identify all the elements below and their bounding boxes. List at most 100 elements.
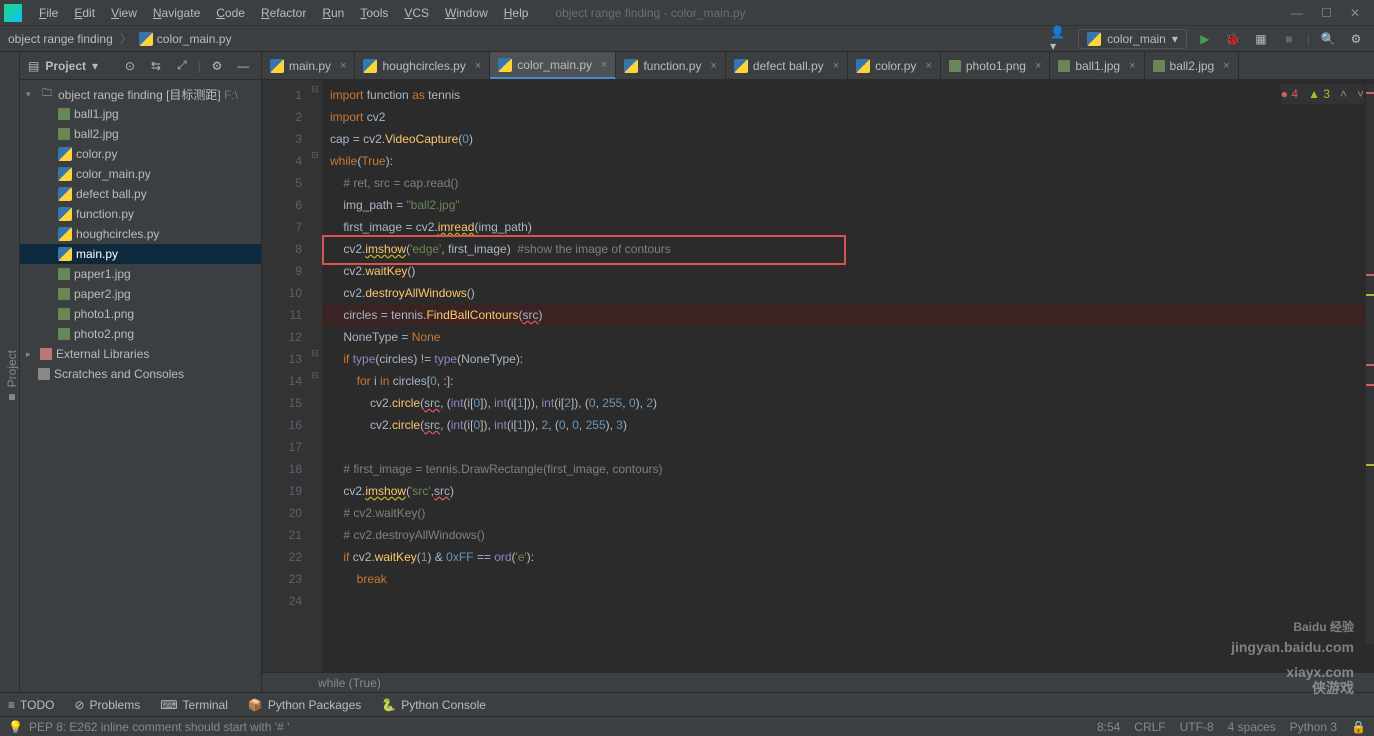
settings-icon[interactable]: ⚙	[1346, 29, 1366, 49]
coverage-icon[interactable]: ▦	[1251, 29, 1271, 49]
lock-icon[interactable]: 🔒	[1351, 720, 1366, 734]
menu-navigate[interactable]: Navigate	[146, 3, 207, 23]
tree-file[interactable]: color.py	[20, 144, 261, 164]
menu-edit[interactable]: Edit	[67, 3, 102, 23]
tree-external-libs[interactable]: ▸ External Libraries	[20, 344, 261, 364]
caret-position[interactable]: 8:54	[1097, 720, 1120, 734]
bottom-tool-problems[interactable]: ⊘Problems	[74, 698, 140, 712]
minimize-icon[interactable]: —	[1291, 6, 1303, 20]
close-tab-icon[interactable]: ×	[475, 60, 481, 72]
python-file-icon	[856, 59, 870, 73]
menu-help[interactable]: Help	[497, 3, 536, 23]
menu-run[interactable]: Run	[315, 3, 351, 23]
bottom-tool-terminal[interactable]: ⌨Terminal	[160, 698, 228, 712]
breadcrumb-project[interactable]: object range finding	[8, 32, 113, 46]
editor-tab[interactable]: defect ball.py×	[726, 52, 848, 79]
tool-icon: ⊘	[74, 698, 84, 712]
run-config-label: color_main	[1107, 32, 1166, 46]
close-tab-icon[interactable]: ×	[1035, 60, 1041, 72]
add-user-icon[interactable]: 👤▾	[1050, 29, 1070, 49]
python-file-icon	[498, 58, 512, 72]
menu-tools[interactable]: Tools	[353, 3, 395, 23]
editor-tab[interactable]: main.py×	[262, 52, 355, 79]
interpreter[interactable]: Python 3	[1290, 720, 1337, 734]
tree-root[interactable]: ▾ 🗀 object range finding [目标测距] F:\	[20, 84, 261, 104]
titlebar: FileEditViewNavigateCodeRefactorRunTools…	[0, 0, 1374, 26]
tree-file[interactable]: main.py	[20, 244, 261, 264]
menu-file[interactable]: File	[32, 3, 65, 23]
hide-icon[interactable]: —	[233, 56, 253, 76]
bottom-tool-todo[interactable]: ≡TODO	[8, 698, 54, 712]
close-tab-icon[interactable]: ×	[1223, 60, 1229, 72]
tree-file[interactable]: color_main.py	[20, 164, 261, 184]
chevron-down-icon[interactable]: ▾	[92, 59, 98, 73]
tree-file[interactable]: paper1.jpg	[20, 264, 261, 284]
tree-file[interactable]: defect ball.py	[20, 184, 261, 204]
breadcrumb[interactable]: object range finding 〉 color_main.py	[8, 30, 231, 47]
close-tab-icon[interactable]: ×	[340, 60, 346, 72]
close-tab-icon[interactable]: ×	[601, 59, 607, 71]
run-icon[interactable]: ▶	[1195, 29, 1215, 49]
menu-code[interactable]: Code	[209, 3, 252, 23]
bottom-tool-python-console[interactable]: 🐍Python Console	[381, 698, 486, 712]
tree-file[interactable]: ball1.jpg	[20, 104, 261, 124]
tree-file[interactable]: function.py	[20, 204, 261, 224]
file-encoding[interactable]: UTF-8	[1180, 720, 1214, 734]
editor-tab[interactable]: ball2.jpg×	[1145, 52, 1239, 79]
close-tab-icon[interactable]: ×	[710, 60, 716, 72]
code-crumb[interactable]: while (True)	[318, 676, 381, 690]
code-content[interactable]: import function as tennisimport cv2cap =…	[322, 80, 1374, 672]
code-editor[interactable]: ● 4 ▲ 3 ˄ ˅ 1234567891011121314151617181…	[262, 80, 1374, 672]
close-icon[interactable]: ✕	[1350, 6, 1360, 20]
menu-view[interactable]: View	[104, 3, 144, 23]
run-config-selector[interactable]: color_main ▾	[1078, 29, 1187, 49]
search-icon[interactable]: 🔍	[1318, 29, 1338, 49]
menu-window[interactable]: Window	[438, 3, 495, 23]
tree-file[interactable]: photo2.png	[20, 324, 261, 344]
editor-breadcrumb[interactable]: while (True)	[262, 672, 1374, 692]
project-tree[interactable]: ▾ 🗀 object range finding [目标测距] F:\ ball…	[20, 80, 261, 692]
tab-label: color.py	[875, 59, 916, 73]
close-tab-icon[interactable]: ×	[925, 60, 931, 72]
tree-scratches[interactable]: Scratches and Consoles	[20, 364, 261, 384]
fold-gutter[interactable]: ⊟⊟⊟⊟	[308, 80, 322, 672]
close-tab-icon[interactable]: ×	[1129, 60, 1135, 72]
tree-file[interactable]: ball2.jpg	[20, 124, 261, 144]
error-stripe[interactable]	[1366, 84, 1374, 644]
breadcrumb-file[interactable]: color_main.py	[157, 32, 232, 46]
gear-icon[interactable]: ⚙	[207, 56, 227, 76]
project-drawer-icon[interactable]: ▤	[28, 59, 39, 73]
tab-label: photo1.png	[966, 59, 1026, 73]
image-file-icon	[58, 308, 70, 320]
tree-file[interactable]: paper2.jpg	[20, 284, 261, 304]
line-separator[interactable]: CRLF	[1134, 720, 1165, 734]
locate-icon[interactable]: ⊙	[120, 56, 140, 76]
collapse-icon[interactable]: ⤢	[172, 56, 192, 76]
tree-file[interactable]: photo1.png	[20, 304, 261, 324]
bottom-tool-python-packages[interactable]: 📦Python Packages	[248, 698, 361, 712]
line-number-gutter[interactable]: 123456789101112131415161718192021222324	[262, 80, 308, 672]
chevron-right-icon[interactable]: ▸	[26, 349, 36, 360]
editor-tab[interactable]: houghcircles.py×	[355, 52, 490, 79]
python-icon	[1087, 32, 1101, 46]
tree-file[interactable]: houghcircles.py	[20, 224, 261, 244]
debug-icon[interactable]: 🐞	[1223, 29, 1243, 49]
python-file-icon	[363, 59, 377, 73]
menu-refactor[interactable]: Refactor	[254, 3, 313, 23]
editor-tab[interactable]: color.py ×	[848, 52, 941, 79]
project-panel-header: ▤ Project ▾ ⊙ ⇆ ⤢ | ⚙ —	[20, 52, 261, 80]
editor-tab[interactable]: function.py×	[616, 52, 725, 79]
editor-tab[interactable]: photo1.png ×	[941, 52, 1051, 79]
status-bulb-icon[interactable]: 💡	[8, 720, 23, 734]
expand-icon[interactable]: ⇆	[146, 56, 166, 76]
chevron-down-icon[interactable]: ▾	[26, 89, 36, 100]
menu-vcs[interactable]: VCS	[397, 3, 436, 23]
indent-setting[interactable]: 4 spaces	[1228, 720, 1276, 734]
tool-tab-project[interactable]: ■ Project	[5, 350, 19, 405]
editor-tab[interactable]: ball1.jpg×	[1050, 52, 1144, 79]
maximize-icon[interactable]: ☐	[1321, 6, 1332, 20]
stop-icon[interactable]: ■	[1279, 29, 1299, 49]
editor-tab[interactable]: color_main.py×	[490, 52, 616, 79]
image-file-icon	[58, 108, 70, 120]
close-tab-icon[interactable]: ×	[833, 60, 839, 72]
